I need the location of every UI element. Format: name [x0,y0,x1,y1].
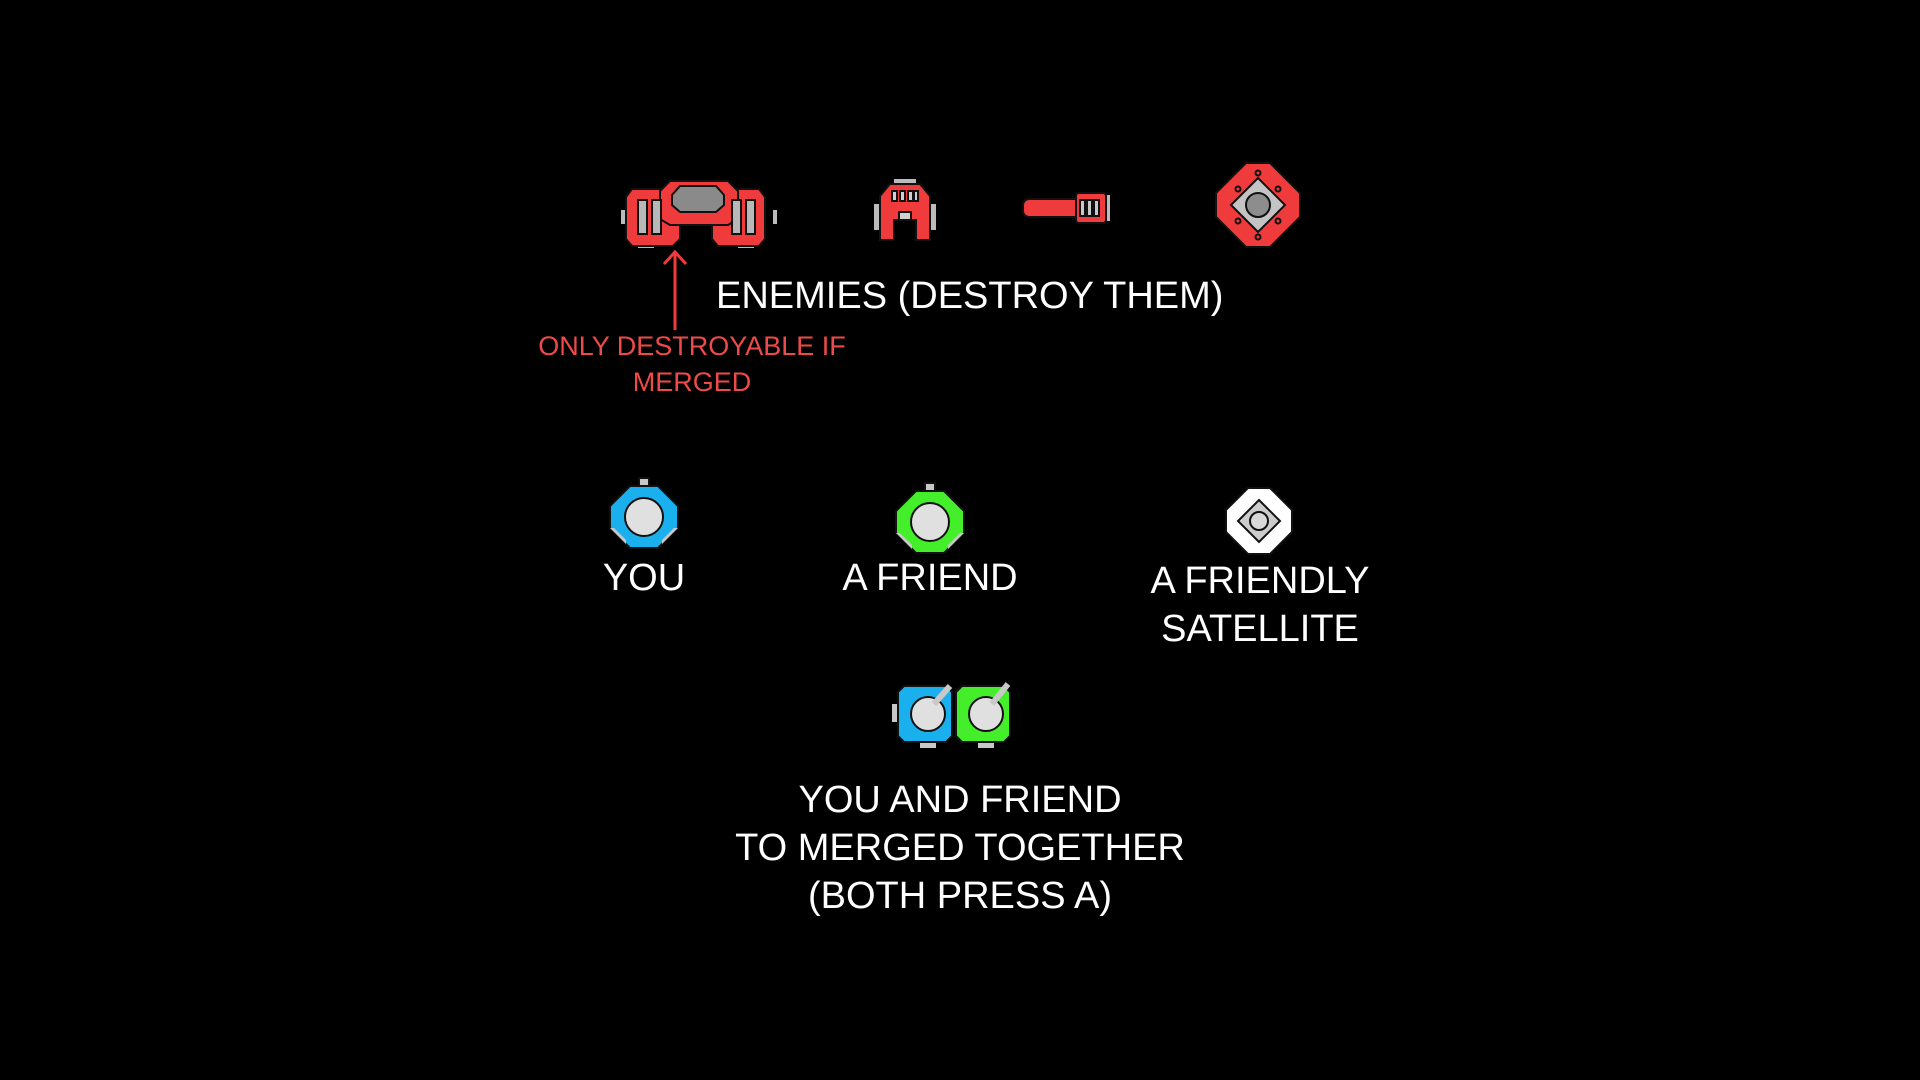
satellite-icon [1225,487,1293,555]
satellite-line-1: A FRIENDLY [1150,560,1370,602]
note-line-2: MERGED [632,367,752,397]
merge-requirement-note: ONLY DESTROYABLE IF MERGED [500,328,884,400]
missile-icon [1022,192,1110,224]
tutorial-screen: ENEMIES (DESTROY THEM) ONLY DESTROYABLE … [0,0,1920,1080]
friend-ship-icon [895,482,965,554]
merged-line-1: YOU AND FRIEND [798,779,1122,821]
merged-instructions: YOU AND FRIEND TO MERGED TOGETHER (BOTH … [660,776,1260,920]
mine-icon [1215,162,1301,248]
merged-ships-icon [892,682,1011,748]
friend-label: A FRIEND [842,557,1018,599]
note-line-1: ONLY DESTROYABLE IF [538,331,846,361]
you-label: YOU [602,557,686,599]
player-ship-icon [609,477,679,549]
small-ship-icon [874,179,936,241]
satellite-label: A FRIENDLY SATELLITE [1120,557,1400,653]
merged-line-2: TO MERGED TOGETHER [735,827,1185,869]
satellite-line-2: SATELLITE [1161,608,1359,650]
pointer-arrow-icon [662,249,688,330]
enemies-heading: ENEMIES (DESTROY THEM) [716,275,1224,317]
heavy-ship-icon [621,180,777,248]
merged-line-3: (BOTH PRESS A) [807,875,1113,917]
